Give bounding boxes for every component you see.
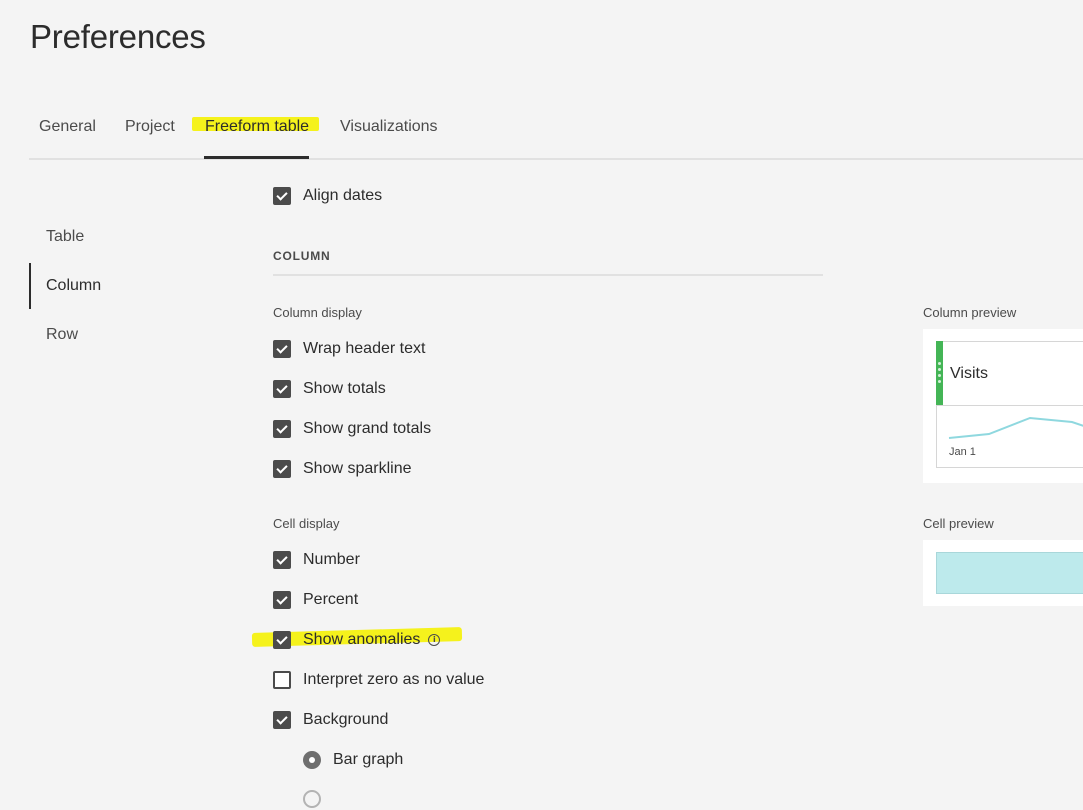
percent-label[interactable]: Percent [303, 591, 358, 609]
column-preview-title: Visits [950, 365, 988, 382]
show-grand-totals-label[interactable]: Show grand totals [303, 420, 431, 438]
number-checkbox[interactable] [273, 551, 291, 569]
drag-handle-icon [936, 341, 943, 405]
tab-general[interactable]: General [39, 118, 96, 136]
bar-graph-option[interactable]: Bar graph [303, 750, 403, 770]
sparkline-icon [948, 416, 1083, 439]
show-totals-option[interactable]: Show totals [273, 379, 386, 399]
wrap-header-text-checkbox[interactable] [273, 340, 291, 358]
interpret-zero-option[interactable]: Interpret zero as no value [273, 670, 484, 690]
next-background-radio[interactable] [303, 790, 321, 808]
show-anomalies-checkbox[interactable] [273, 631, 291, 649]
percent-checkbox[interactable] [273, 591, 291, 609]
show-sparkline-checkbox[interactable] [273, 460, 291, 478]
tab-project[interactable]: Project [125, 118, 175, 136]
show-totals-label[interactable]: Show totals [303, 380, 386, 398]
sidenav-item-column[interactable]: Column [29, 263, 186, 309]
page-title: Preferences [30, 18, 206, 55]
tab-bar: General Project Freeform table Visualiza… [29, 104, 1083, 160]
number-option[interactable]: Number [273, 550, 360, 570]
show-anomalies-option[interactable]: Show anomalies i [273, 630, 441, 650]
align-dates-checkbox[interactable] [273, 187, 291, 205]
section-header-column: COLUMN [273, 249, 331, 263]
column-preview-header: Visits [936, 341, 1083, 406]
cell-display-heading: Cell display [273, 516, 340, 531]
show-sparkline-label[interactable]: Show sparkline [303, 460, 412, 478]
wrap-header-text-option[interactable]: Wrap header text [273, 339, 425, 359]
align-dates-option[interactable]: Align dates [273, 186, 382, 206]
sidenav-item-row[interactable]: Row [29, 312, 186, 358]
info-icon[interactable]: i [428, 634, 441, 646]
column-preview-label: Column preview [923, 305, 1017, 320]
bar-graph-radio[interactable] [303, 751, 321, 769]
show-grand-totals-option[interactable]: Show grand totals [273, 419, 431, 439]
show-totals-checkbox[interactable] [273, 380, 291, 398]
show-anomalies-label[interactable]: Show anomalies [303, 631, 420, 649]
sparkline-date: Jan 1 [949, 446, 976, 458]
active-tab-indicator [204, 156, 309, 159]
column-display-heading: Column display [273, 305, 362, 320]
column-preview-frame: Visits Jan 1 [936, 341, 1083, 468]
section-divider [273, 274, 823, 276]
background-option[interactable]: Background [273, 710, 388, 730]
cell-preview-fill [936, 552, 1083, 594]
show-sparkline-option[interactable]: Show sparkline [273, 459, 412, 479]
interpret-zero-checkbox[interactable] [273, 671, 291, 689]
cell-preview-label: Cell preview [923, 516, 994, 531]
column-preview: Visits Jan 1 [923, 329, 1083, 483]
number-label[interactable]: Number [303, 551, 360, 569]
show-grand-totals-checkbox[interactable] [273, 420, 291, 438]
cell-preview [923, 540, 1083, 606]
tab-visualizations[interactable]: Visualizations [340, 118, 438, 136]
percent-option[interactable]: Percent [273, 590, 358, 610]
sidenav-item-table[interactable]: Table [29, 214, 186, 260]
bar-graph-label[interactable]: Bar graph [333, 751, 403, 769]
align-dates-label[interactable]: Align dates [303, 187, 382, 205]
background-label[interactable]: Background [303, 711, 388, 729]
wrap-header-text-label[interactable]: Wrap header text [303, 340, 425, 358]
background-checkbox[interactable] [273, 711, 291, 729]
tab-freeform-table[interactable]: Freeform table [205, 118, 309, 136]
interpret-zero-label[interactable]: Interpret zero as no value [303, 671, 484, 689]
